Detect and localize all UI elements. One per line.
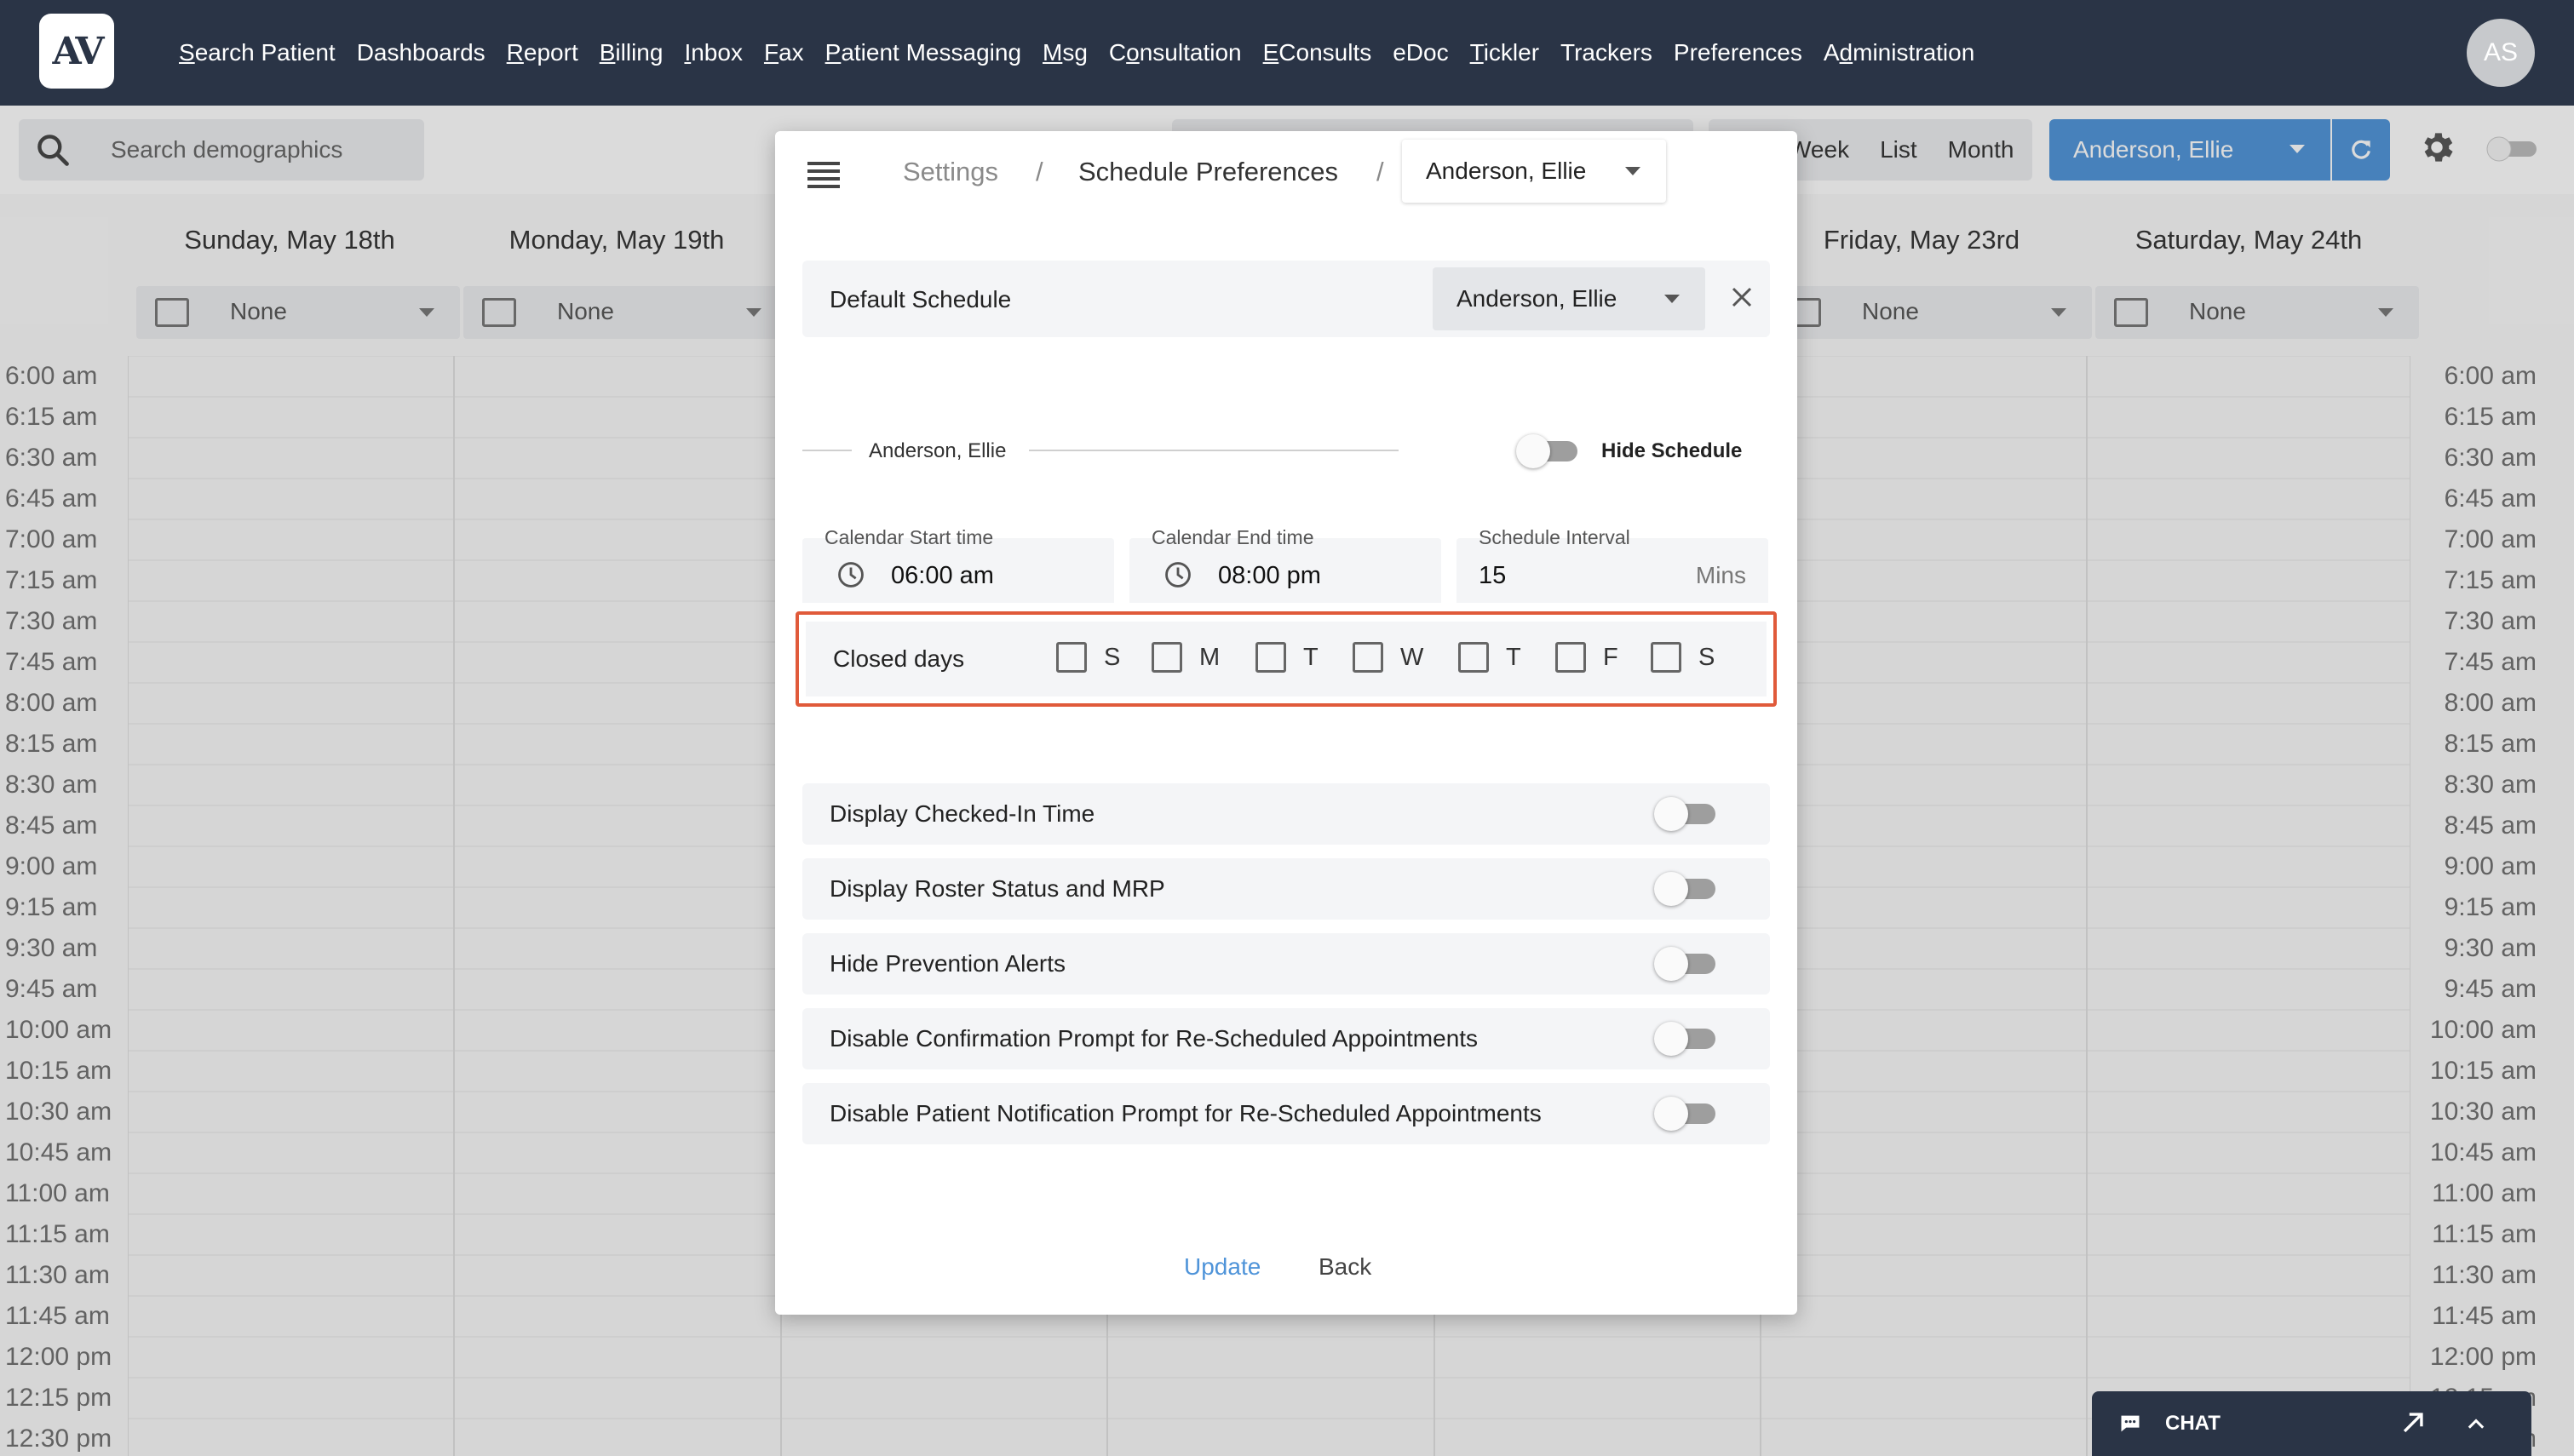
notification-prompt-toggle[interactable] [1654,1095,1717,1131]
closed-day-monday[interactable]: M [1152,642,1220,673]
section-divider [1029,450,1399,451]
nav-fax[interactable]: Fax [764,39,804,66]
nav-search-patient[interactable]: Search Patient [179,39,336,66]
user-avatar[interactable]: AS [2467,19,2535,87]
roster-status-toggle[interactable] [1654,870,1717,906]
section-divider [802,450,852,451]
default-schedule-select[interactable]: Anderson, Ellie [1433,267,1705,330]
update-button[interactable]: Update [1184,1253,1261,1281]
nav-preferences[interactable]: Preferences [1674,39,1802,66]
clock-icon [1165,562,1191,588]
breadcrumb-schedule-preferences: Schedule Preferences [1078,157,1339,186]
checked-in-time-toggle[interactable] [1654,795,1717,831]
setting-row-notification-prompt: Disable Patient Notification Prompt for … [802,1083,1770,1144]
closed-day-sunday[interactable]: S [1056,642,1120,673]
top-nav-bar: AV Search Patient Dashboards Report Bill… [0,0,2574,106]
chevron-down-icon [1625,167,1640,175]
confirmation-prompt-toggle[interactable] [1654,1020,1717,1056]
main-nav: Search Patient Dashboards Report Billing… [179,0,1996,106]
chevron-down-icon [1664,295,1680,303]
default-schedule-label: Default Schedule [830,286,1012,312]
nav-consultation[interactable]: Consultation [1109,39,1242,66]
clear-icon[interactable] [1729,284,1755,310]
schedule-interval-field[interactable]: Schedule Interval 15 Mins [1456,526,1768,603]
breadcrumb-separator: / [1036,157,1043,186]
menu-icon[interactable] [807,162,840,188]
chat-bubble-icon [2121,1415,2140,1432]
closed-day-saturday[interactable]: S [1651,642,1715,673]
back-button[interactable]: Back [1319,1253,1371,1281]
hide-schedule-toggle[interactable] [1516,433,1579,468]
setting-row-checked-in-time: Display Checked-In Time [802,783,1770,845]
chevron-up-icon[interactable] [2463,1412,2489,1436]
provider-select[interactable]: Anderson, Ellie [1402,140,1666,203]
hide-schedule-label: Hide Schedule [1601,439,1743,462]
nav-administration[interactable]: Administration [1824,39,1974,66]
closed-day-tuesday[interactable]: T [1255,642,1319,673]
nav-edoc[interactable]: eDoc [1393,39,1448,66]
setting-row-roster-status: Display Roster Status and MRP [802,858,1770,920]
closed-day-wednesday[interactable]: W [1353,642,1423,673]
chat-label: CHAT [2165,1412,2221,1435]
clock-icon [838,562,864,588]
nav-tickler[interactable]: Tickler [1470,39,1539,66]
closed-days-highlight: Closed days S M T W T F S [796,611,1777,707]
calendar-end-time-field[interactable]: Calendar End time 08:00 pm [1129,526,1441,603]
closed-days-row: Closed days S M T W T F S [806,622,1767,696]
breadcrumb-separator: / [1376,157,1384,186]
setting-row-confirmation-prompt: Disable Confirmation Prompt for Re-Sched… [802,1008,1770,1069]
nav-inbox[interactable]: Inbox [684,39,743,66]
nav-econsults[interactable]: EConsults [1263,39,1372,66]
nav-billing[interactable]: Billing [600,39,664,66]
section-provider-label: Anderson, Ellie [869,439,1007,462]
nav-msg[interactable]: Msg [1043,39,1088,66]
prevention-alerts-toggle[interactable] [1654,945,1717,981]
closed-days-label: Closed days [833,645,965,672]
closed-day-friday[interactable]: F [1555,642,1618,673]
nav-patient-messaging[interactable]: Patient Messaging [825,39,1021,66]
calendar-start-time-field[interactable]: Calendar Start time 06:00 am [802,526,1114,603]
closed-day-thursday[interactable]: T [1458,642,1521,673]
schedule-preferences-dialog: Settings / Schedule Preferences / Anders… [775,131,1797,1315]
setting-row-prevention-alerts: Hide Prevention Alerts [802,933,1770,995]
app-logo[interactable]: AV [39,14,114,89]
open-external-icon[interactable] [2399,1408,2427,1437]
breadcrumb-settings[interactable]: Settings [903,157,998,187]
chat-widget[interactable]: CHAT [2092,1391,2531,1456]
nav-dashboards[interactable]: Dashboards [357,39,485,66]
nav-report[interactable]: Report [507,39,578,66]
nav-trackers[interactable]: Trackers [1560,39,1652,66]
default-schedule-row: Default Schedule Anderson, Ellie [802,261,1770,337]
